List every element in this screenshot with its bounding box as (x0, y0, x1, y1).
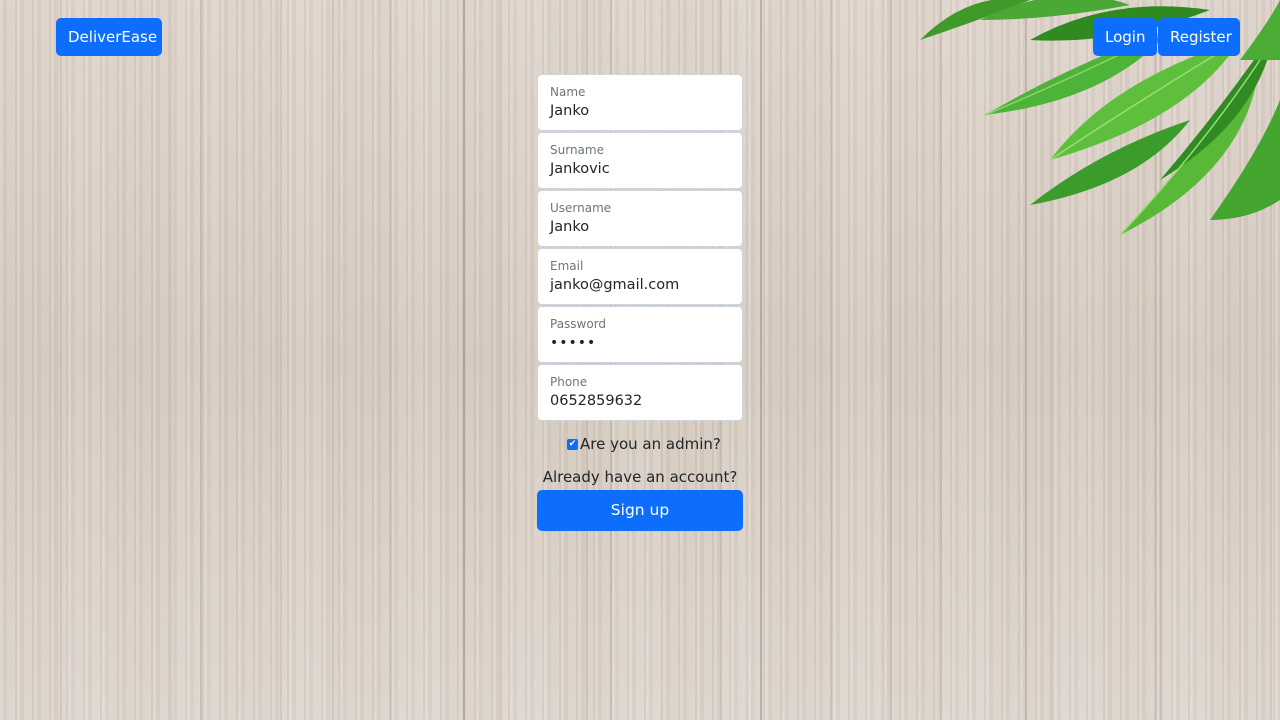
email-field-label: Email (550, 259, 584, 273)
phone-field-label: Phone (550, 375, 588, 389)
name-field[interactable]: Name Janko (537, 74, 743, 131)
email-field-value: janko@gmail.com (550, 277, 680, 293)
register-button[interactable]: Register (1158, 18, 1240, 56)
wood-grain-line (463, 0, 465, 720)
signup-form: Name Janko Surname Jankovic Username Jan… (537, 74, 743, 422)
already-have-account-link[interactable]: Already have an account? (537, 468, 743, 486)
phone-field-value: 0652859632 (550, 393, 643, 409)
wood-grain-line (332, 0, 334, 720)
password-field-value: ••••• (550, 335, 597, 351)
admin-checkbox[interactable]: ✔ (567, 438, 578, 450)
wood-grain-line (890, 0, 892, 720)
surname-field-label: Surname (550, 143, 604, 157)
brand-button[interactable]: DeliverEase (56, 18, 162, 56)
wood-grain-line (200, 0, 202, 720)
username-field-value: Janko (550, 219, 590, 235)
phone-field[interactable]: Phone 0652859632 (537, 364, 743, 421)
wood-grain-line (760, 0, 762, 720)
name-field-value: Janko (550, 103, 590, 119)
login-button[interactable]: Login (1093, 18, 1157, 56)
password-field[interactable]: Password ••••• (537, 306, 743, 363)
sign-up-button[interactable]: Sign up (537, 490, 743, 531)
surname-field-value: Jankovic (550, 161, 610, 177)
admin-checkbox-label[interactable]: Are you an admin? (580, 435, 721, 453)
admin-checkbox-row: ✔ Are you an admin? (567, 434, 721, 454)
password-field-label: Password (550, 317, 607, 331)
surname-field[interactable]: Surname Jankovic (537, 132, 743, 189)
username-field-label: Username (550, 201, 612, 215)
email-field[interactable]: Email janko@gmail.com (537, 248, 743, 305)
username-field[interactable]: Username Janko (537, 190, 743, 247)
name-field-label: Name (550, 85, 586, 99)
